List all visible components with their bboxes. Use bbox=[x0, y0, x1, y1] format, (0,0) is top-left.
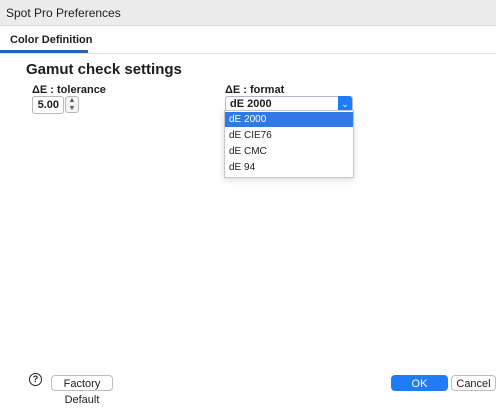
format-option-de94[interactable]: dE 94 bbox=[225, 160, 353, 175]
tolerance-label: ΔE : tolerance bbox=[32, 84, 106, 96]
window-title-bar: Spot Pro Preferences bbox=[0, 0, 496, 26]
section-title: Gamut check settings bbox=[26, 61, 182, 78]
format-option-de2000[interactable]: dE 2000 bbox=[225, 112, 353, 127]
cancel-button[interactable]: Cancel bbox=[451, 375, 496, 391]
ok-button[interactable]: OK bbox=[391, 375, 448, 391]
help-icon[interactable]: ? bbox=[29, 373, 42, 386]
tab-color-definition-label: Color Definition bbox=[10, 34, 93, 46]
tab-bar: Color Definition bbox=[0, 27, 496, 54]
stepper-down-icon[interactable]: ▼ bbox=[66, 105, 78, 113]
factory-default-button[interactable]: Factory Default bbox=[51, 375, 113, 406]
stepper-up-icon[interactable]: ▲ bbox=[66, 97, 78, 105]
window-title: Spot Pro Preferences bbox=[6, 6, 121, 20]
format-option-decmc[interactable]: dE CMC bbox=[225, 144, 353, 159]
format-label: ΔE : format bbox=[225, 84, 285, 96]
active-tab-indicator bbox=[0, 50, 88, 53]
format-option-decie76[interactable]: dE CIE76 bbox=[225, 128, 353, 143]
format-dropdown-menu: dE 2000 dE CIE76 dE CMC dE 94 bbox=[224, 110, 354, 178]
tolerance-input[interactable]: 5.00 bbox=[32, 96, 64, 114]
tolerance-stepper-buttons: ▲ ▼ bbox=[65, 96, 79, 113]
